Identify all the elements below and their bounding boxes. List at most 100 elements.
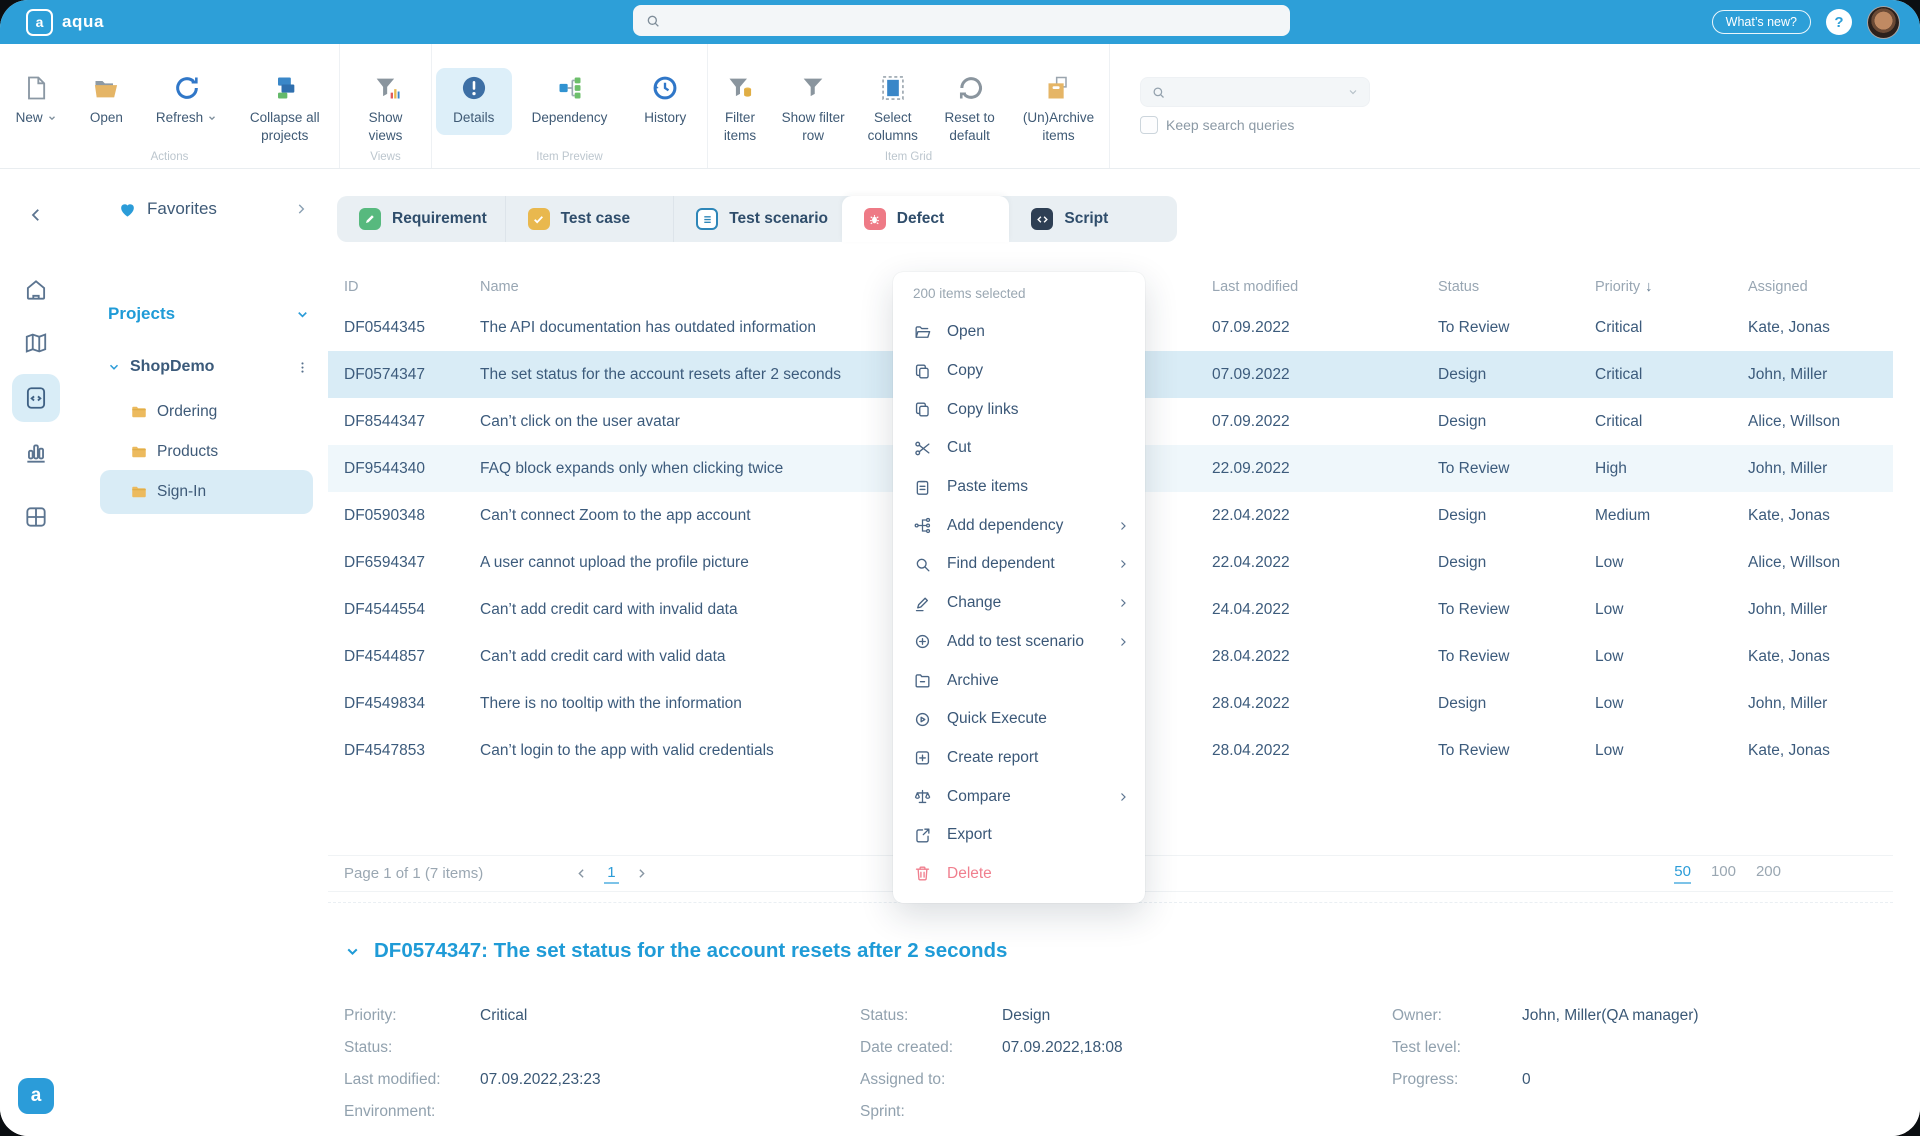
item-preview-panel: DF0574347: The set status for the accoun… (328, 902, 1893, 1136)
left-rail: a (0, 169, 73, 1136)
menu-item-add-to-test-scenario[interactable]: Add to test scenario (893, 623, 1145, 662)
menu-item-paste-items[interactable]: Paste items (893, 468, 1145, 507)
items-code-icon[interactable] (23, 385, 49, 411)
menu-item-add-dependency[interactable]: Add dependency (893, 506, 1145, 545)
column-header-assigned[interactable]: Assigned (1748, 279, 1893, 295)
menu-item-find-dependent[interactable]: Find dependent (893, 545, 1145, 584)
new-button[interactable]: New (2, 68, 70, 135)
page-size-100[interactable]: 100 (1711, 863, 1736, 884)
field-label: Owner: (1392, 1007, 1442, 1024)
keep-search-queries-checkbox[interactable] (1140, 116, 1158, 134)
project-name: ShopDemo (130, 358, 215, 375)
column-header-priority[interactable]: Priority ↓ (1595, 279, 1748, 295)
menu-item-archive[interactable]: Archive (893, 661, 1145, 700)
grid-search-select[interactable] (1140, 77, 1370, 107)
kebab-menu-icon[interactable] (295, 360, 310, 375)
ribbon-group-item-preview: Details Dependency History Item Preview (431, 44, 707, 168)
unarchive-items-label: (Un)Archive items (1022, 110, 1095, 143)
page-size-50[interactable]: 50 (1674, 863, 1691, 884)
global-search-input[interactable] (633, 5, 1290, 36)
reset-to-default-label: Reset to default (944, 110, 995, 143)
menu-item-change[interactable]: Change (893, 584, 1145, 623)
keep-search-queries-label: Keep search queries (1166, 117, 1295, 133)
group-label-actions: Actions (150, 151, 189, 163)
open-button[interactable]: Open (72, 68, 140, 135)
menu-item-copy-links[interactable]: Copy links (893, 390, 1145, 429)
page-size-200[interactable]: 200 (1756, 863, 1781, 884)
tree-node-folder-products[interactable]: Products (130, 437, 310, 467)
chevron-down-icon[interactable] (107, 360, 121, 374)
field-value: John, Miller(QA manager) (1522, 1007, 1699, 1024)
search-icon (916, 558, 930, 572)
map-icon[interactable] (23, 330, 49, 356)
next-page-icon[interactable] (635, 867, 648, 880)
field-label: Environment: (344, 1103, 436, 1120)
prev-page-icon[interactable] (575, 867, 588, 880)
collapse-all-projects-button[interactable]: Collapse all projects (233, 68, 337, 152)
refresh-icon (175, 77, 198, 99)
field-value: 0 (1522, 1071, 1531, 1088)
column-header-status[interactable]: Status (1438, 279, 1595, 295)
reports-chart-icon[interactable] (23, 440, 49, 466)
menu-item-delete[interactable]: Delete (893, 855, 1145, 894)
menu-item-compare[interactable]: Compare (893, 777, 1145, 816)
field-value (480, 1035, 601, 1061)
play-circle-icon (915, 712, 930, 726)
menu-item-create-report[interactable]: Create report (893, 739, 1145, 778)
projects-section-header[interactable]: Projects (108, 299, 310, 329)
refresh-button[interactable]: Refresh (143, 68, 231, 135)
menu-item-quick-execute[interactable]: Quick Execute (893, 700, 1145, 739)
details-icon (462, 76, 485, 100)
home-icon[interactable] (23, 277, 49, 303)
cell-assigned: John, Miller (1748, 694, 1828, 712)
show-views-button[interactable]: Show views (352, 68, 420, 152)
show-filter-row-button[interactable]: Show filter row (772, 68, 854, 152)
menu-item-label: Cut (947, 439, 972, 457)
tab-script[interactable]: Script (1009, 196, 1177, 242)
help-button[interactable]: ? (1826, 9, 1852, 35)
filter-items-button[interactable]: Filter items (708, 68, 772, 152)
dashboard-grid-icon[interactable] (23, 504, 49, 530)
details-button[interactable]: Details (435, 68, 512, 135)
menu-item-export[interactable]: Export (893, 816, 1145, 855)
preview-fields-col3: Owner: John, Miller(QA manager) Test leve… (1392, 1003, 1699, 1093)
dependency-button[interactable]: Dependency (516, 68, 624, 135)
collapse-label: Collapse all projects (249, 110, 320, 143)
cell-assigned: John, Miller (1748, 600, 1828, 618)
scissors-icon (915, 441, 930, 456)
tree-node-folder-sign-in[interactable]: Sign-In (130, 477, 310, 507)
favorites-section[interactable]: Favorites (118, 194, 308, 224)
column-header-last-modified[interactable]: Last modified (1212, 279, 1438, 295)
history-button[interactable]: History (627, 68, 703, 135)
tree-node-project[interactable]: ShopDemo (107, 352, 310, 382)
tab-test-case[interactable]: Test case (504, 196, 674, 242)
chevron-down-icon[interactable] (344, 943, 361, 960)
menu-item-cut[interactable]: Cut (893, 429, 1145, 468)
whats-new-button[interactable]: What’s new? (1711, 10, 1811, 34)
export-icon (916, 828, 930, 843)
tab-label: Requirement (392, 210, 487, 227)
tree-node-folder-ordering[interactable]: Ordering (130, 397, 310, 427)
app-window: a aqua What’s new? ? New Open Refresh Co… (0, 0, 1920, 1136)
projects-label: Projects (108, 304, 176, 323)
preview-header[interactable]: DF0574347: The set status for the accoun… (344, 939, 1893, 963)
tab-label: Test case (560, 210, 631, 227)
column-header-id[interactable]: ID (344, 279, 480, 295)
unarchive-items-button[interactable]: (Un)Archive items (1008, 68, 1109, 152)
current-page[interactable]: 1 (604, 864, 619, 884)
user-avatar[interactable] (1867, 5, 1900, 39)
chevron-right-icon[interactable] (294, 202, 308, 216)
menu-item-copy[interactable]: Copy (893, 352, 1145, 391)
group-label-item-grid: Item Grid (884, 151, 933, 163)
tab-test-scenario[interactable]: Test scenario (673, 196, 842, 242)
test-scenario-icon (696, 208, 719, 230)
dependency-icon (914, 518, 931, 534)
tab-requirement[interactable]: Requirement (337, 196, 505, 242)
cell-modified: 22.04.2022 (1212, 553, 1290, 571)
tab-defect[interactable]: Defect (841, 196, 1010, 242)
group-label-item-preview: Item Preview (536, 151, 603, 163)
reset-to-default-button[interactable]: Reset to default (931, 68, 1008, 152)
menu-item-open[interactable]: Open (893, 313, 1145, 352)
collapse-sidebar-icon[interactable] (27, 206, 45, 224)
select-columns-button[interactable]: Select columns (854, 68, 931, 152)
